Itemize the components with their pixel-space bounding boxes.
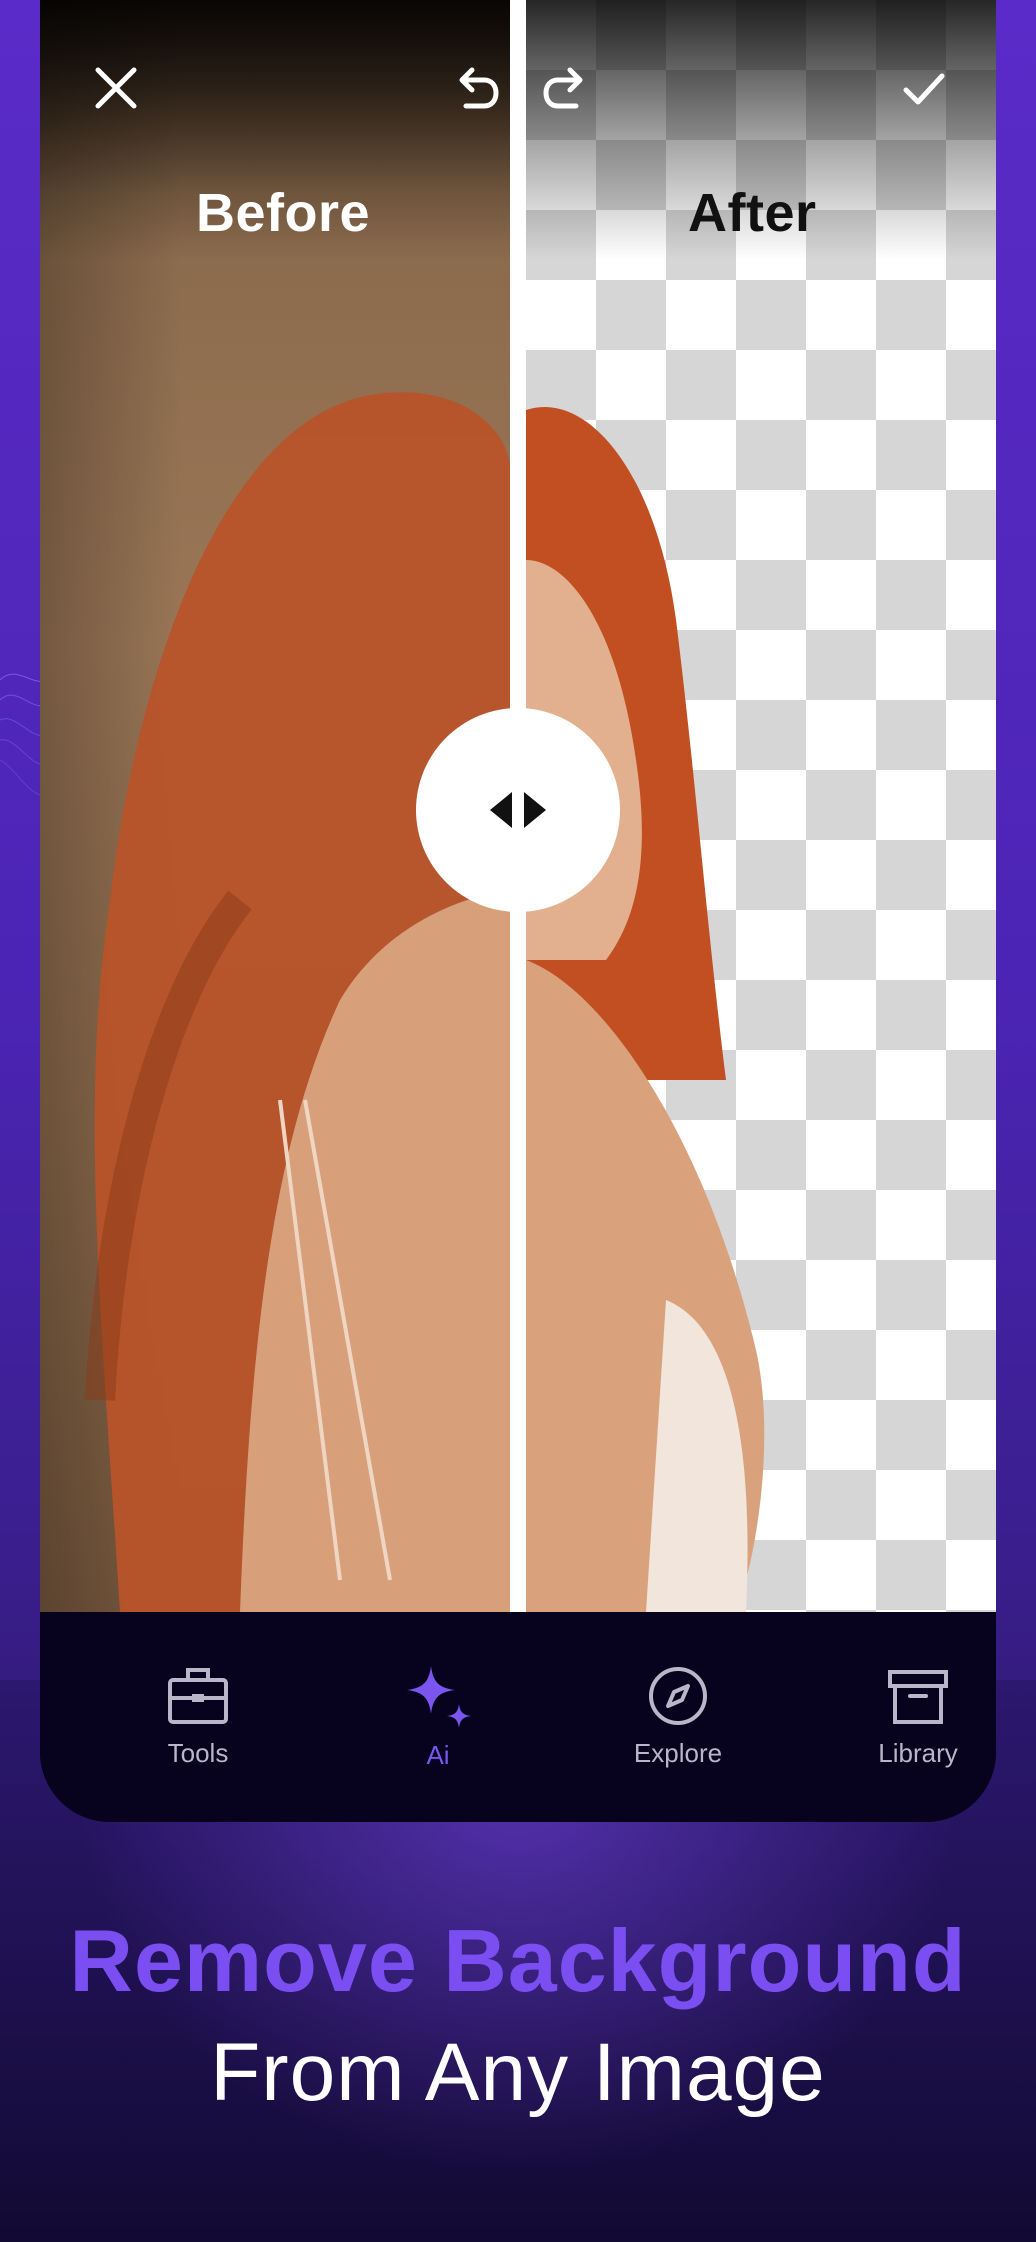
archive-icon bbox=[888, 1670, 948, 1724]
close-icon bbox=[95, 67, 137, 109]
bottom-tab-bar: Tools Ai Explore Library bbox=[40, 1612, 996, 1822]
tab-tools[interactable]: Tools bbox=[118, 1664, 278, 1769]
image-compare-area[interactable]: Before After bbox=[40, 0, 996, 1612]
tab-library[interactable]: Library bbox=[838, 1664, 996, 1769]
chevron-right-icon bbox=[524, 792, 546, 828]
toolbox-icon bbox=[168, 1668, 228, 1724]
redo-button[interactable] bbox=[534, 56, 598, 120]
redo-icon bbox=[543, 67, 583, 109]
after-label: After bbox=[688, 183, 817, 243]
undo-icon bbox=[459, 67, 499, 109]
confirm-button[interactable] bbox=[892, 56, 956, 120]
compare-handle[interactable] bbox=[416, 708, 620, 912]
promo-subline: From Any Image bbox=[210, 2027, 826, 2118]
tab-explore[interactable]: Explore bbox=[598, 1664, 758, 1769]
tab-ai[interactable]: Ai bbox=[358, 1664, 518, 1771]
undo-button[interactable] bbox=[444, 56, 508, 120]
tab-label: Tools bbox=[167, 1738, 229, 1768]
tab-label: Explore bbox=[633, 1738, 723, 1768]
chevron-left-icon bbox=[490, 792, 512, 828]
compass-icon bbox=[649, 1667, 707, 1725]
promo-headline: Remove Background bbox=[69, 1911, 967, 2010]
app-screen: Before After Tools Ai Explore Library bbox=[40, 0, 996, 1822]
close-button[interactable] bbox=[84, 56, 148, 120]
sparkle-icon bbox=[407, 1666, 471, 1728]
before-label: Before bbox=[196, 183, 371, 243]
tab-label: Ai bbox=[426, 1740, 450, 1770]
check-icon bbox=[903, 73, 945, 105]
tab-label: Library bbox=[878, 1738, 958, 1768]
